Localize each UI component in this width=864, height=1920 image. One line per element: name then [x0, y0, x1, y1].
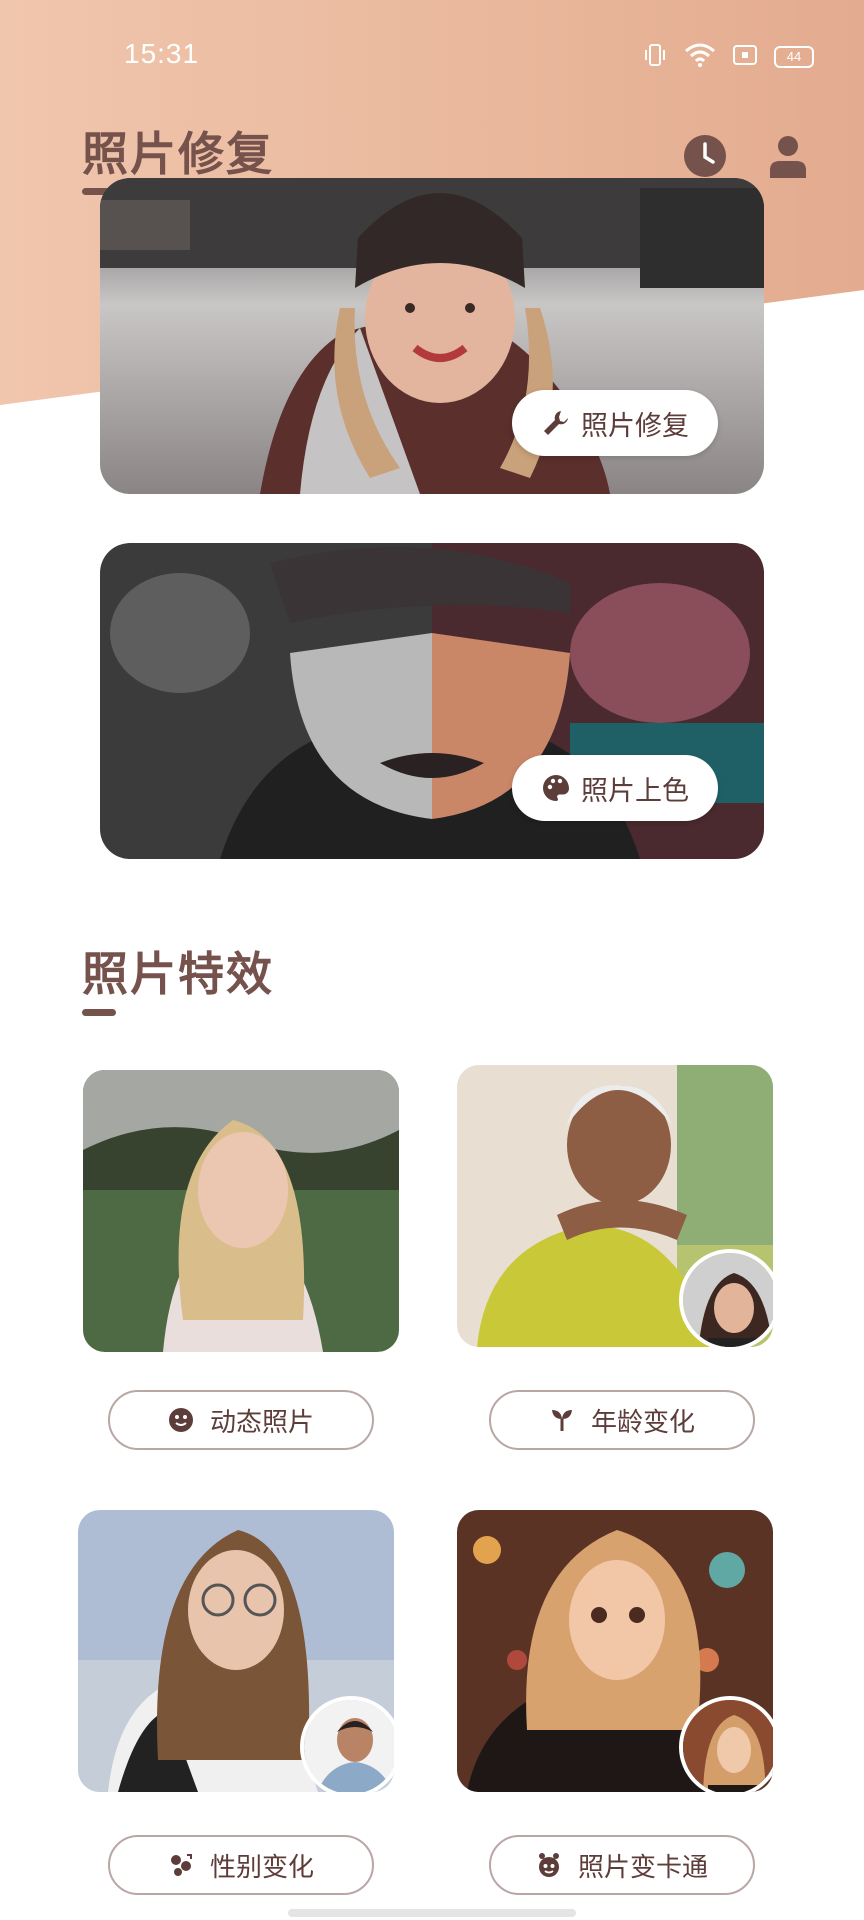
age-change-avatar [679, 1249, 773, 1347]
cartoonize-avatar [679, 1696, 773, 1792]
dynamic-photo-label: 动态照片 [209, 1407, 314, 1438]
dynamic-photo-button[interactable]: 动态照片 [108, 1390, 374, 1450]
age-change-button[interactable]: 年龄变化 [489, 1390, 755, 1450]
photo-colorize-label: 照片上色 [581, 775, 689, 807]
status-bar: 15:31 44 [0, 30, 864, 80]
palette-icon [543, 775, 569, 801]
photo-repair-card[interactable]: 照片修复 [100, 178, 764, 494]
profile-user-icon[interactable] [766, 134, 810, 178]
photo-repair-button[interactable]: 照片修复 [512, 390, 718, 456]
photo-colorize-button[interactable]: 照片上色 [512, 755, 718, 821]
home-indicator[interactable] [288, 1909, 576, 1917]
dynamic-photo-image[interactable] [83, 1070, 399, 1352]
wifi-icon [684, 42, 716, 72]
age-change-image[interactable] [457, 1065, 773, 1347]
cartoonize-button[interactable]: 照片变卡通 [489, 1835, 755, 1895]
photo-repair-label: 照片修复 [581, 410, 689, 442]
battery-icon: 44 [774, 46, 814, 68]
wrench-icon [544, 411, 568, 435]
cartoonize-image[interactable] [457, 1510, 773, 1792]
gender-change-image[interactable] [78, 1510, 394, 1792]
gender-change-label: 性别变化 [209, 1852, 314, 1883]
vibrate-icon [642, 42, 668, 72]
history-clock-icon[interactable] [683, 134, 727, 178]
smiley-icon [168, 1408, 193, 1432]
page-title: 照片修复 [82, 127, 274, 181]
effects-section-title: 照片特效 [82, 947, 274, 1001]
cartoonize-label: 照片变卡通 [577, 1852, 708, 1883]
effects-title-underline [82, 1009, 116, 1016]
age-change-label: 年龄变化 [590, 1407, 695, 1438]
gender-icon [170, 1854, 192, 1876]
gender-change-button[interactable]: 性别变化 [108, 1835, 374, 1895]
cartoon-face-icon [538, 1853, 559, 1877]
photo-colorize-card[interactable]: 照片上色 [100, 543, 764, 859]
sprout-icon [551, 1410, 572, 1431]
status-time: 15:31 [124, 38, 200, 69]
sim-icon [732, 44, 758, 70]
gender-change-avatar [300, 1696, 394, 1792]
